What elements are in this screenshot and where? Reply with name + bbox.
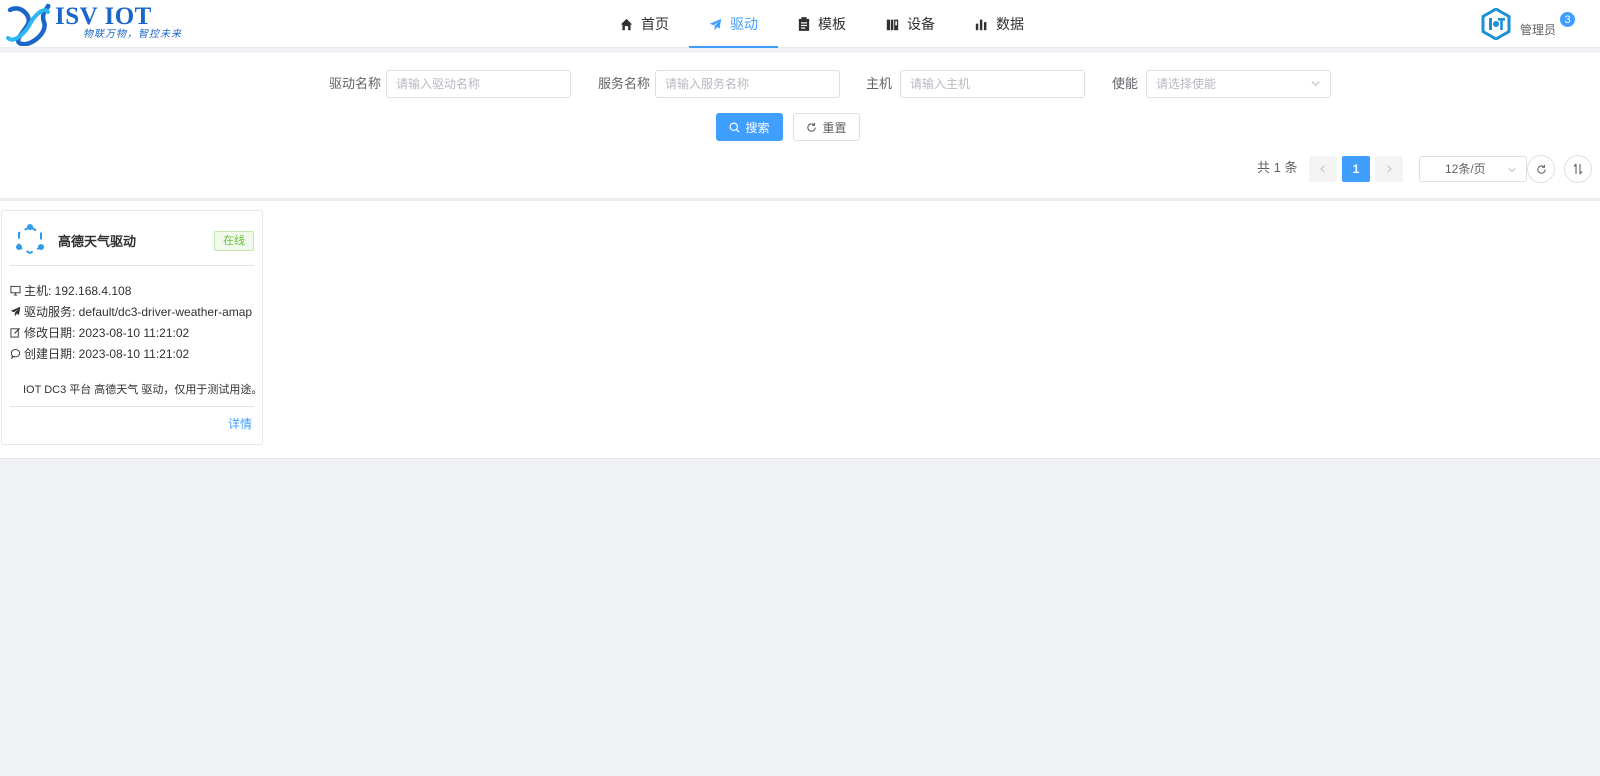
sort-button[interactable] [1564,155,1592,183]
app-logo[interactable]: ISV IOT 物联万物，智控未来 [4,2,181,46]
prev-page-button[interactable] [1309,156,1337,182]
nav-item-label: 数据 [996,16,1024,32]
nav-item-template[interactable]: 模板 [778,0,866,48]
driver-name: 高德天气驱动 [58,234,137,249]
send-icon [10,306,21,317]
driver-name-label: 驱动名称 [329,76,382,91]
host-input[interactable] [900,70,1085,98]
chevron-right-icon [1387,165,1392,173]
notification-badge: 3 [1559,11,1576,28]
refresh-list-button[interactable] [1527,155,1555,183]
host-label: 主机 [866,76,893,91]
nav-item-data[interactable]: 数据 [955,0,1044,48]
page-size-select[interactable]: 12条/页 [1419,156,1527,182]
enable-select-input[interactable] [1146,70,1331,98]
logo-text: ISV IOT [55,3,152,30]
reset-button[interactable]: 重置 [793,113,860,141]
search-panel: 驱动名称 服务名称 主机 使能 搜索 重置 共 1 条 1 12条/页 [0,53,1600,198]
reset-button-label: 重置 [822,120,847,135]
logo-slogan: 物联万物，智控未来 [83,29,182,40]
refresh-icon [807,122,817,132]
nav-item-device[interactable]: 设备 [866,0,955,48]
nav-item-label: 设备 [907,16,935,32]
driver-modified: 修改日期: 2023-08-10 11:21:02 [10,324,189,341]
home-icon [620,18,633,30]
sort-icon [1573,163,1583,175]
chevron-down-icon [1508,167,1516,173]
search-icon [729,122,740,133]
chat-bubble-icon [10,349,21,359]
search-button[interactable]: 搜索 [716,113,783,141]
nav-item-label: 首页 [641,16,669,32]
driver-service: 驱动服务: default/dc3-driver-weather-amap [10,303,252,320]
driver-list: 高德天气驱动 在线 主机: 192.168.4.108 驱动服务: defaul… [0,201,1600,459]
driver-service-text: 驱动服务: default/dc3-driver-weather-amap [24,305,253,319]
page-number-button[interactable]: 1 [1342,156,1370,182]
page-size-value: 12条/页 [1445,162,1486,176]
nav-item-label: 模板 [818,16,846,32]
user-menu[interactable]: 管理员 3 [1480,8,1576,40]
card-footer-divider [10,406,254,407]
driver-modified-text: 修改日期: 2023-08-10 11:21:02 [24,326,190,340]
detail-link[interactable]: 详情 [228,415,252,432]
device-icon [886,19,899,30]
next-page-button[interactable] [1375,156,1403,182]
user-name: 管理员 [1520,22,1557,37]
driver-description: IOT DC3 平台 高德天气 驱动，仅用于测试用途。 [23,384,263,396]
pagination: 共 1 条 1 12条/页 [0,154,1600,183]
bar-chart-icon [975,19,987,30]
driver-created: 创建日期: 2023-08-10 11:21:02 [10,345,189,362]
chevron-left-icon [1320,165,1325,173]
search-button-label: 搜索 [745,120,770,135]
driver-host-text: 主机: 192.168.4.108 [24,284,132,298]
service-name-label: 服务名称 [598,76,651,91]
clipboard-icon [798,17,810,31]
driver-card: 高德天气驱动 在线 主机: 192.168.4.108 驱动服务: defaul… [1,210,263,445]
top-header: ISV IOT 物联万物，智控未来 首页 驱动 模板 设备 数据 管理员 3 [0,0,1600,48]
service-name-input[interactable] [655,70,840,98]
main-nav: 首页 驱动 模板 设备 数据 [600,0,1044,48]
status-badge: 在线 [214,231,254,251]
pagination-total: 共 1 条 [1257,160,1298,175]
nav-item-home[interactable]: 首页 [600,0,689,48]
enable-label: 使能 [1112,76,1139,91]
driver-name-input[interactable] [386,70,571,98]
driver-host: 主机: 192.168.4.108 [10,282,131,299]
edit-icon [10,327,21,338]
nav-item-driver[interactable]: 驱动 [689,0,778,48]
refresh-icon [1536,164,1546,174]
chevron-down-icon [1311,81,1320,87]
search-form: 驱动名称 服务名称 主机 使能 [0,70,1600,98]
driver-created-text: 创建日期: 2023-08-10 11:21:02 [24,347,190,361]
logo-mark-icon [6,3,51,46]
enable-select[interactable] [1146,70,1331,98]
monitor-icon [10,285,21,296]
iot-avatar-icon [1481,8,1511,40]
driver-hexagon-icon [16,224,44,255]
send-icon [709,18,722,30]
nav-item-label: 驱动 [730,16,758,32]
driver-card-header: 高德天气驱动 在线 [10,211,254,266]
